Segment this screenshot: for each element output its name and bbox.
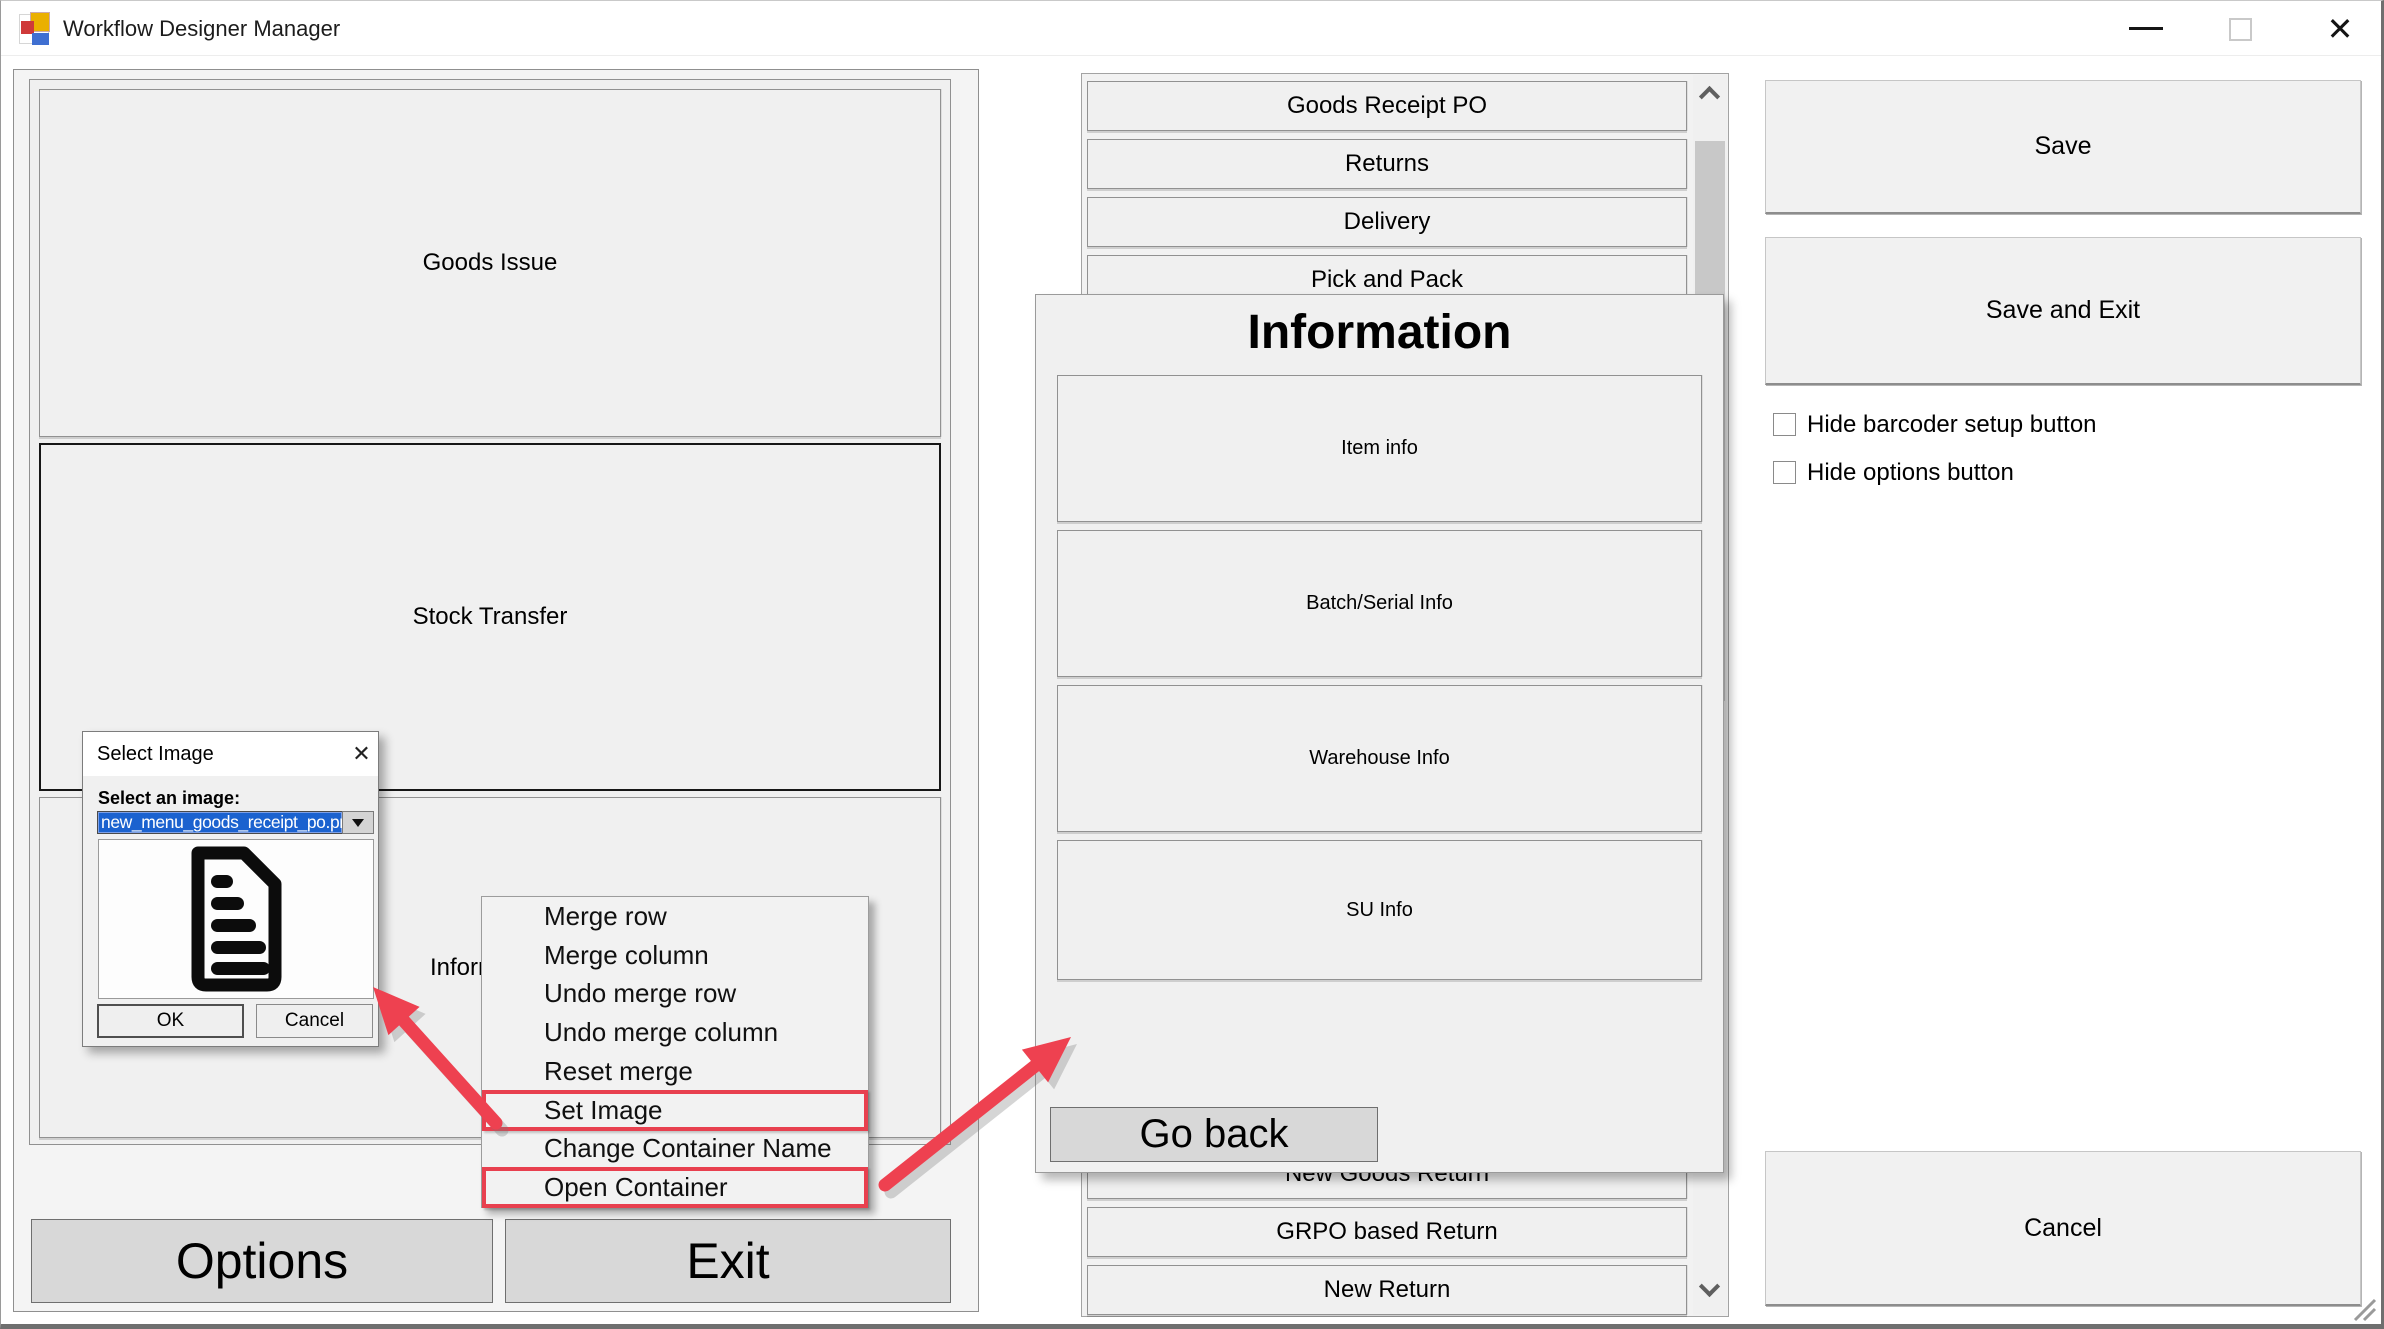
document-icon: [180, 844, 292, 994]
exit-button-label: Exit: [686, 1232, 769, 1290]
go-back-button-label: Go back: [1140, 1112, 1289, 1157]
menu-item-reset-merge[interactable]: Reset merge: [482, 1052, 868, 1091]
menu-button-label: New Return: [1324, 1276, 1451, 1304]
menu-button-label: Goods Receipt PO: [1287, 92, 1487, 120]
menu-button-new-return[interactable]: New Return: [1087, 1265, 1687, 1315]
cancel-button[interactable]: Cancel: [1765, 1151, 2361, 1306]
menu-button-label: Delivery: [1344, 208, 1431, 236]
menu-item-change-container-name[interactable]: Change Container Name: [482, 1130, 868, 1169]
save-and-exit-button[interactable]: Save and Exit: [1765, 237, 2361, 385]
container-stock-transfer-label: Stock Transfer: [413, 603, 568, 631]
save-button-label: Save: [2035, 132, 2092, 161]
chevron-down-icon: [352, 819, 364, 827]
go-back-button[interactable]: Go back: [1050, 1107, 1378, 1162]
hide-options-label: Hide options button: [1807, 461, 2014, 484]
select-image-dialog-title: Select Image: [97, 732, 214, 776]
su-info-label: SU Info: [1346, 899, 1413, 922]
menu-item-undo-merge-row[interactable]: Undo merge row: [482, 975, 868, 1014]
image-select-dropdown[interactable]: new_menu_goods_receipt_po.png: [97, 811, 342, 834]
title-bar: [1, 1, 2384, 56]
menu-item-set-image[interactable]: Set Image: [482, 1091, 868, 1130]
save-and-exit-button-label: Save and Exit: [1986, 296, 2140, 325]
menu-button-returns[interactable]: Returns: [1087, 139, 1687, 189]
minimize-button[interactable]: [2129, 27, 2163, 30]
maximize-button[interactable]: [2229, 18, 2252, 41]
su-info-button[interactable]: SU Info: [1057, 840, 1702, 980]
hide-options-checkbox[interactable]: [1773, 461, 1796, 484]
menu-item-undo-merge-column[interactable]: Undo merge column: [482, 1013, 868, 1052]
menu-item-merge-column[interactable]: Merge column: [482, 936, 868, 975]
menu-button-label: GRPO based Return: [1276, 1218, 1497, 1246]
save-button[interactable]: Save: [1765, 80, 2361, 214]
window-title: Workflow Designer Manager: [63, 1, 340, 56]
menu-item-open-container[interactable]: Open Container: [482, 1168, 868, 1207]
cancel-button-label: Cancel: [2024, 1214, 2102, 1243]
menu-button-grpo-based-return[interactable]: GRPO based Return: [1087, 1207, 1687, 1257]
image-preview-box: [98, 839, 374, 999]
image-select-dropdown-value: new_menu_goods_receipt_po.png: [101, 812, 342, 833]
dialog-ok-label: OK: [157, 1010, 184, 1032]
container-goods-issue-label: Goods Issue: [423, 249, 558, 277]
app-icon-blue-square: [32, 33, 49, 45]
dialog-ok-button[interactable]: OK: [97, 1004, 244, 1038]
context-menu: Merge row Merge column Undo merge row Un…: [481, 896, 869, 1208]
app-icon: [19, 12, 52, 45]
workflow-designer-manager-window: Workflow Designer Manager ✕ Goods Issue …: [0, 0, 2384, 1329]
information-panel-title: Information: [1035, 301, 1724, 363]
dialog-cancel-label: Cancel: [285, 1010, 344, 1032]
batch-serial-info-button[interactable]: Batch/Serial Info: [1057, 530, 1702, 677]
item-info-button[interactable]: Item info: [1057, 375, 1702, 522]
dialog-close-icon[interactable]: ✕: [345, 732, 378, 776]
close-button[interactable]: ✕: [2317, 7, 2363, 51]
options-button[interactable]: Options: [31, 1219, 493, 1303]
warehouse-info-label: Warehouse Info: [1309, 747, 1449, 770]
dropdown-arrow-button[interactable]: [342, 811, 374, 834]
menu-button-delivery[interactable]: Delivery: [1087, 197, 1687, 247]
menu-item-merge-row[interactable]: Merge row: [482, 897, 868, 936]
select-an-image-label: Select an image:: [98, 788, 240, 809]
hide-barcoder-setup-label: Hide barcoder setup button: [1807, 413, 2097, 436]
dialog-cancel-button[interactable]: Cancel: [256, 1004, 373, 1038]
options-button-label: Options: [176, 1232, 348, 1290]
batch-serial-info-label: Batch/Serial Info: [1306, 592, 1453, 615]
warehouse-info-button[interactable]: Warehouse Info: [1057, 685, 1702, 832]
exit-button[interactable]: Exit: [505, 1219, 951, 1303]
menu-button-goods-receipt-po[interactable]: Goods Receipt PO: [1087, 81, 1687, 131]
menu-button-label: Pick and Pack: [1311, 266, 1463, 294]
hide-barcoder-setup-checkbox[interactable]: [1773, 413, 1796, 436]
menu-button-label: Returns: [1345, 150, 1429, 178]
item-info-label: Item info: [1341, 437, 1418, 460]
container-goods-issue[interactable]: Goods Issue: [39, 89, 941, 437]
